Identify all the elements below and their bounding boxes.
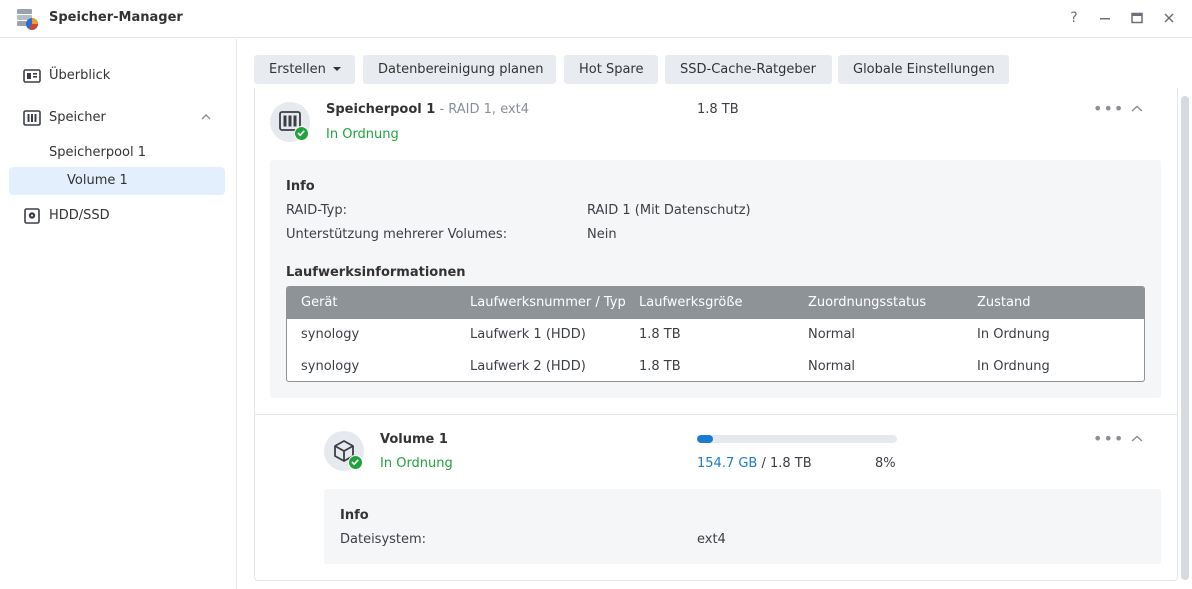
close-button[interactable] (1161, 10, 1177, 26)
pool-size: 1.8 TB (697, 102, 739, 117)
drive-table-header: Gerät Laufwerksnummer / Typ Laufwerksgrö… (287, 287, 1144, 319)
maximize-button[interactable] (1129, 10, 1145, 26)
pool-collapse-chevron-icon[interactable] (1130, 103, 1144, 115)
volume-more-icon[interactable]: ••• (1093, 429, 1124, 448)
volume-status: In Ordnung (380, 456, 453, 471)
column-header-state: Zustand (977, 295, 1031, 310)
volume-usage-bar (697, 435, 897, 443)
volume-info-title: Info (340, 508, 369, 523)
maximize-icon (1131, 12, 1143, 24)
sidebar-item-label: Speicher (49, 110, 106, 125)
volume-percent: 8% (875, 456, 896, 471)
sidebar-item-storage[interactable]: Speicher (9, 104, 225, 132)
scrollbar[interactable] (1181, 96, 1189, 580)
volume-usage-fill (697, 435, 713, 443)
global-settings-button[interactable]: Globale Einstellungen (838, 55, 1009, 84)
column-header-drive-number: Laufwerksnummer / Typ (470, 295, 626, 310)
cell-drive-size: 1.8 TB (639, 327, 681, 342)
table-row[interactable]: synology Laufwerk 1 (HDD) 1.8 TB Normal … (287, 319, 1144, 351)
data-scrubbing-button[interactable]: Datenbereinigung planen (363, 55, 556, 84)
table-row[interactable]: synology Laufwerk 2 (HDD) 1.8 TB Normal … (287, 351, 1144, 381)
close-icon (1164, 13, 1174, 23)
hdd-icon (24, 208, 40, 224)
cell-drive-number: Laufwerk 1 (HDD) (470, 327, 586, 342)
chevron-up-icon[interactable] (200, 112, 212, 122)
volume-usage-text: 154.7 GB / 1.8 TB (697, 456, 812, 471)
column-header-drive-size: Laufwerksgröße (639, 295, 743, 310)
volume-name: Volume 1 (380, 432, 448, 447)
column-header-device: Gerät (301, 295, 338, 310)
storage-manager-app-icon (17, 9, 38, 30)
sidebar: Überblick Speicher Speicherpool 1 Volume… (0, 39, 237, 589)
help-button[interactable]: ? (1066, 10, 1082, 26)
minimize-button[interactable] (1097, 10, 1113, 26)
app-title: Speicher-Manager (49, 10, 183, 25)
cell-state: In Ordnung (977, 359, 1050, 374)
column-header-allocation: Zuordnungsstatus (808, 295, 927, 310)
pool-title: Speicherpool 1 - RAID 1, ext4 (326, 102, 529, 117)
minimize-icon (1100, 18, 1110, 20)
divider (255, 414, 1177, 415)
status-ok-icon (348, 455, 363, 470)
cell-allocation: Normal (808, 359, 856, 374)
drive-info-title: Laufwerksinformationen (286, 265, 466, 280)
drive-table: Gerät Laufwerksnummer / Typ Laufwerksgrö… (286, 286, 1145, 382)
cell-drive-size: 1.8 TB (639, 359, 681, 374)
raid-type-value: RAID 1 (Mit Datenschutz) (587, 203, 751, 218)
create-button-label: Erstellen (269, 62, 326, 77)
sidebar-item-storage-pool-1[interactable]: Speicherpool 1 (9, 139, 225, 167)
storage-icon (23, 110, 41, 126)
multi-volume-label: Unterstützung mehrerer Volumes: (286, 227, 508, 242)
hot-spare-button[interactable]: Hot Spare (564, 55, 658, 84)
filesystem-label: Dateisystem: (340, 532, 427, 547)
cell-device: synology (301, 359, 360, 374)
cell-device: synology (301, 327, 360, 342)
volume-info-box (324, 489, 1161, 564)
multi-volume-value: Nein (587, 227, 617, 242)
create-button[interactable]: Erstellen (254, 55, 355, 84)
filesystem-value: ext4 (697, 532, 726, 547)
raid-type-label: RAID-Typ: (286, 203, 347, 218)
title-bar: Speicher-Manager ? (0, 0, 1192, 38)
overview-icon (23, 69, 41, 83)
ssd-cache-advisor-button[interactable]: SSD-Cache-Ratgeber (665, 55, 832, 84)
pool-status: In Ordnung (326, 127, 399, 142)
sidebar-item-label: Volume 1 (67, 173, 128, 188)
cell-drive-number: Laufwerk 2 (HDD) (470, 359, 586, 374)
sidebar-item-volume-1[interactable]: Volume 1 (9, 167, 225, 195)
pool-more-icon[interactable]: ••• (1093, 99, 1124, 118)
pool-info-title: Info (286, 179, 315, 194)
sidebar-item-label: HDD/SSD (49, 208, 110, 223)
pool-name: Speicherpool 1 (326, 102, 436, 117)
cell-state: In Ordnung (977, 327, 1050, 342)
sidebar-item-label: Überblick (49, 68, 111, 83)
caret-down-icon (332, 66, 341, 71)
volume-used[interactable]: 154.7 GB (697, 456, 757, 471)
sidebar-item-hdd-ssd[interactable]: HDD/SSD (9, 202, 225, 230)
volume-collapse-chevron-icon[interactable] (1130, 433, 1144, 445)
sidebar-item-overview[interactable]: Überblick (9, 62, 225, 90)
volume-total: / 1.8 TB (757, 456, 812, 471)
status-ok-icon (294, 126, 309, 141)
pool-details: - RAID 1, ext4 (435, 102, 530, 117)
sidebar-item-label: Speicherpool 1 (49, 145, 147, 160)
cell-allocation: Normal (808, 327, 856, 342)
